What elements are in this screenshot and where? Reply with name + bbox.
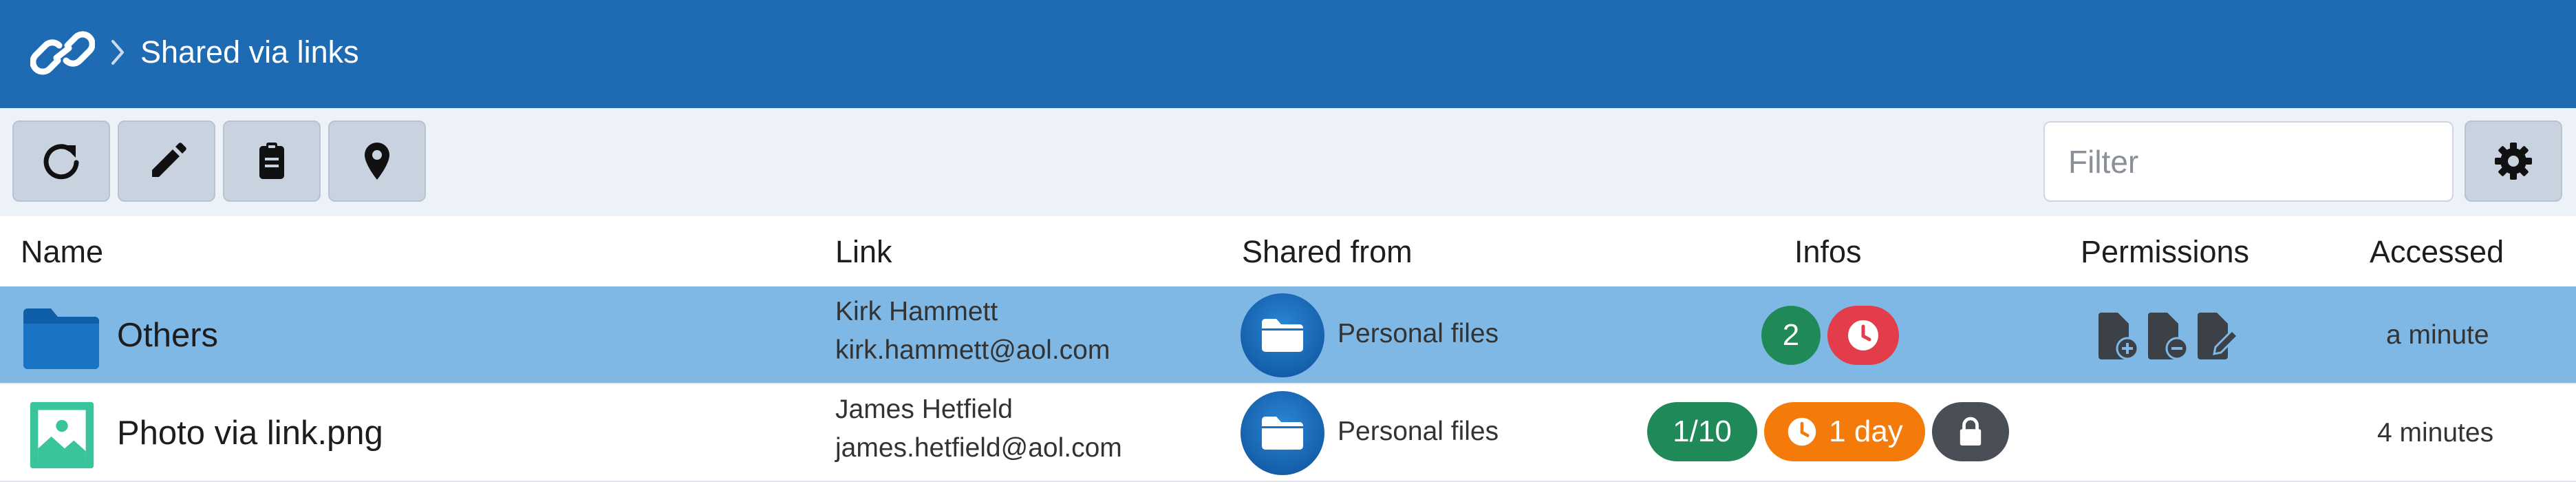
settings-button[interactable] [2465, 120, 2562, 202]
lock-icon [1960, 417, 1982, 446]
link-recipient-email: james.hetfield@aol.com [835, 433, 1122, 463]
column-header-infos[interactable]: Infos [1794, 233, 1862, 271]
shared-from-folder-icon [1241, 391, 1324, 475]
edit-button[interactable] [118, 120, 215, 202]
accessed-time: 4 minutes [2377, 418, 2494, 448]
column-header-accessed[interactable]: Accessed [2370, 233, 2504, 271]
toolbar [0, 108, 2576, 216]
expiry-badge [1827, 306, 1899, 365]
item-name[interactable]: Others [117, 314, 218, 357]
link-recipient-name: Kirk Hammett [835, 297, 998, 326]
page-title: Shared via links [140, 34, 359, 70]
folder-icon [23, 308, 99, 369]
download-count-text: 1/10 [1673, 415, 1732, 448]
clipboard-icon [259, 143, 284, 179]
table-row[interactable]: Photo via link.png James Hetfield james.… [0, 384, 2576, 482]
filter-input[interactable] [2043, 121, 2454, 202]
app-header: Shared via links [0, 0, 2576, 108]
link-icon[interactable] [30, 26, 95, 80]
link-recipient-name: James Hetfield [835, 395, 1013, 424]
info-count-badge: 2 [1761, 306, 1821, 365]
password-badge [1932, 402, 2009, 461]
file-edit-icon [2198, 313, 2239, 359]
accessed-time: a minute [2386, 320, 2489, 350]
column-header-permissions[interactable]: Permissions [2081, 233, 2249, 271]
clock-icon [1848, 320, 1878, 350]
shared-from-label: Personal files [1338, 319, 1499, 348]
location-button[interactable] [328, 120, 426, 202]
gear-icon [2495, 143, 2532, 180]
file-remove-icon [2148, 313, 2189, 360]
image-file-icon [30, 401, 94, 469]
column-header-link[interactable]: Link [835, 233, 892, 271]
map-pin-icon [365, 143, 389, 180]
column-header-name[interactable]: Name [21, 233, 103, 271]
table-header: Name Link Shared from Infos Permissions … [0, 216, 2576, 286]
expiry-text: 1 day [1829, 415, 1903, 448]
table-row[interactable]: Others Kirk Hammett kirk.hammett@aol.com… [0, 286, 2576, 384]
refresh-button[interactable] [12, 120, 110, 202]
info-count-text: 2 [1782, 318, 1800, 352]
clock-icon [1788, 417, 1816, 446]
chevron-right-icon [111, 40, 124, 65]
shared-from-label: Personal files [1338, 417, 1499, 446]
download-count-badge: 1/10 [1647, 402, 1757, 461]
shared-from-folder-icon [1241, 293, 1324, 377]
column-header-shared-from[interactable]: Shared from [1242, 233, 1413, 271]
link-recipient-email: kirk.hammett@aol.com [835, 335, 1110, 365]
item-name[interactable]: Photo via link.png [117, 412, 383, 454]
refresh-icon [43, 144, 79, 180]
file-add-icon [2099, 313, 2139, 360]
pencil-icon [152, 143, 186, 177]
expiry-badge: 1 day [1764, 402, 1925, 461]
clipboard-button[interactable] [223, 120, 321, 202]
